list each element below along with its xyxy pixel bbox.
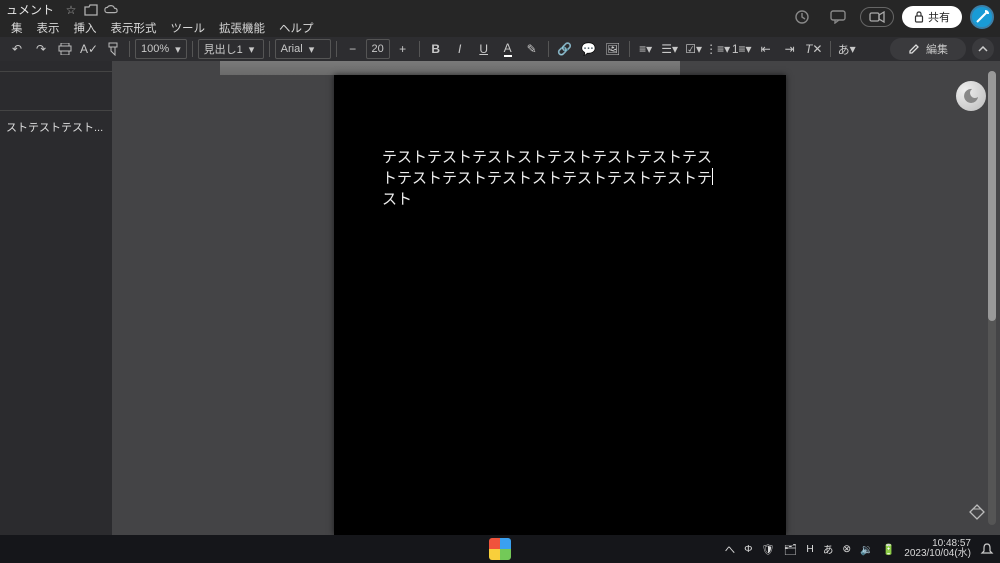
share-button[interactable]: 共有	[902, 6, 962, 28]
horizontal-ruler[interactable]	[220, 61, 680, 75]
image-button[interactable]: 🖼	[602, 39, 624, 59]
meet-icon[interactable]	[860, 7, 894, 27]
notifications-icon[interactable]	[980, 542, 994, 556]
taskbar-center	[489, 538, 511, 560]
menu-help[interactable]: ヘルプ	[272, 18, 321, 38]
style-dropdown[interactable]: 見出し1▾	[198, 39, 264, 59]
night-mode-button[interactable]	[956, 81, 986, 111]
underline-button[interactable]: U	[473, 39, 495, 59]
format-toolbar: ↶ ↷ A✓ 100%▾ 見出し1▾ Arial▾ − 20 + B I U A…	[0, 37, 1000, 61]
menu-tools[interactable]: ツール	[164, 18, 213, 38]
indent-dec-button[interactable]: ⇤	[755, 39, 777, 59]
indent-inc-button[interactable]: ⇥	[779, 39, 801, 59]
numberlist-button[interactable]: 1≡▾	[731, 39, 753, 59]
chevron-up-icon	[978, 46, 988, 52]
fontsize-minus[interactable]: −	[342, 39, 364, 59]
menu-insert[interactable]: 挿入	[67, 18, 104, 38]
document-body-text[interactable]: テストテストテストストテストテストテストテス トテストテストテストストテストテス…	[334, 75, 786, 210]
menu-format[interactable]: 表示形式	[104, 18, 164, 38]
textcolor-button[interactable]: A	[497, 39, 519, 59]
paintformat-button[interactable]	[102, 39, 124, 59]
collapse-toolbar-button[interactable]	[972, 38, 994, 60]
checklist-button[interactable]: ☑▾	[683, 39, 705, 59]
document-viewport[interactable]: テストテストテストストテストテストテストテス トテストテストテストストテストテス…	[112, 61, 1000, 535]
italic-button[interactable]: I	[449, 39, 471, 59]
document-page[interactable]: テストテストテストストテストテストテストテス トテストテストテストストテストテス…	[334, 75, 786, 535]
star-icon[interactable]: ☆	[64, 3, 78, 17]
chevron-down-icon: ▾	[309, 43, 315, 56]
user-avatar[interactable]	[970, 5, 994, 29]
clock-date: 2023/10/04(水)	[904, 549, 971, 560]
print-button[interactable]	[54, 39, 76, 59]
linespacing-button[interactable]: ☰▾	[659, 39, 681, 59]
tray-ime-icon[interactable]: あ	[823, 542, 834, 557]
spellcheck-button[interactable]: A✓	[78, 39, 100, 59]
align-button[interactable]: ≡▾	[635, 39, 657, 59]
explore-button[interactable]	[968, 503, 986, 521]
editmode-button[interactable]: 編集	[890, 38, 966, 60]
lock-icon	[914, 11, 924, 23]
vertical-scrollbar[interactable]	[988, 71, 996, 525]
tray-h-icon[interactable]: H	[806, 543, 814, 555]
undo-button[interactable]: ↶	[6, 39, 28, 59]
redo-button[interactable]: ↷	[30, 39, 52, 59]
cloud-status-icon[interactable]	[104, 3, 118, 17]
main-area: ストテストテスト... テストテストテストストテストテストテストテス トテストテ…	[0, 61, 1000, 535]
inputtools-button[interactable]: あ▾	[836, 39, 858, 59]
sidebar-summary-slot[interactable]	[0, 71, 112, 111]
tray-overflow-icon[interactable]: へ	[725, 542, 736, 557]
menu-view[interactable]: 表示	[30, 18, 67, 38]
outline-item[interactable]: ストテストテスト...	[0, 111, 112, 143]
pencil-icon	[908, 43, 920, 55]
toolbar-right: 編集	[890, 38, 994, 60]
chevron-down-icon: ▾	[249, 43, 255, 56]
titlebar-right: 共有	[788, 0, 994, 34]
tray-drive-icon[interactable]: 🗂	[784, 543, 797, 556]
system-tray: へ Φ 🛡 🗂 H あ ⊗ 🔉 🔋 10:48:57 2023/10/04(水)	[725, 539, 994, 560]
scrollbar-thumb[interactable]	[988, 71, 996, 321]
comment-button[interactable]: 💬	[578, 39, 600, 59]
font-dropdown[interactable]: Arial▾	[275, 39, 331, 59]
tray-devices-icon[interactable]: Φ	[744, 543, 752, 555]
taskbar-clock[interactable]: 10:48:57 2023/10/04(水)	[904, 539, 971, 560]
start-button[interactable]	[489, 538, 511, 560]
menu-edit[interactable]: 集	[4, 18, 30, 38]
windows-taskbar: へ Φ 🛡 🗂 H あ ⊗ 🔉 🔋 10:48:57 2023/10/04(水)	[0, 535, 1000, 563]
folder-move-icon[interactable]	[84, 3, 98, 17]
document-title[interactable]: ュメント	[6, 1, 54, 18]
tray-network-icon[interactable]: ⊗	[842, 543, 851, 555]
bold-button[interactable]: B	[425, 39, 447, 59]
tray-volume-icon[interactable]: 🔉	[860, 543, 873, 556]
moon-icon	[962, 87, 980, 105]
menu-ext[interactable]: 拡張機能	[212, 18, 272, 38]
comments-icon[interactable]	[824, 7, 852, 27]
zoom-dropdown[interactable]: 100%▾	[135, 39, 187, 59]
bulletlist-button[interactable]: ⋮≡▾	[707, 39, 729, 59]
chevron-down-icon: ▾	[175, 43, 181, 56]
fontsize-field[interactable]: 20	[366, 39, 390, 59]
highlight-button[interactable]: ✎	[521, 39, 543, 59]
history-icon[interactable]	[788, 7, 816, 27]
link-button[interactable]: 🔗	[554, 39, 576, 59]
clearformat-button[interactable]: T✕	[803, 39, 825, 59]
tray-security-icon[interactable]: 🛡	[762, 543, 775, 556]
fontsize-plus[interactable]: +	[392, 39, 414, 59]
text-cursor	[712, 168, 713, 185]
diamond-icon	[968, 503, 986, 521]
share-label: 共有	[928, 9, 950, 25]
tray-battery-icon[interactable]: 🔋	[882, 543, 895, 556]
outline-sidebar: ストテストテスト...	[0, 61, 112, 535]
